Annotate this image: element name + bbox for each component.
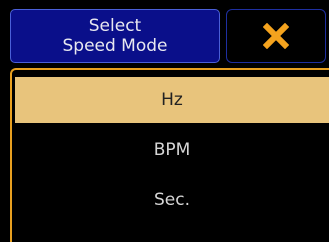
option-sec[interactable]: Sec.	[15, 177, 329, 223]
close-x-icon	[263, 23, 289, 49]
option-label: BPM	[153, 140, 191, 160]
dialog-title: Select Speed Mode	[10, 9, 220, 63]
option-label: Sec.	[153, 190, 190, 210]
close-button[interactable]	[226, 9, 326, 63]
option-bpm[interactable]: BPM	[15, 127, 329, 173]
option-hz[interactable]: Hz	[15, 77, 329, 123]
option-label: Hz	[161, 90, 183, 110]
speed-mode-dialog: Select Speed Mode Hz BPM Sec.	[0, 0, 329, 242]
